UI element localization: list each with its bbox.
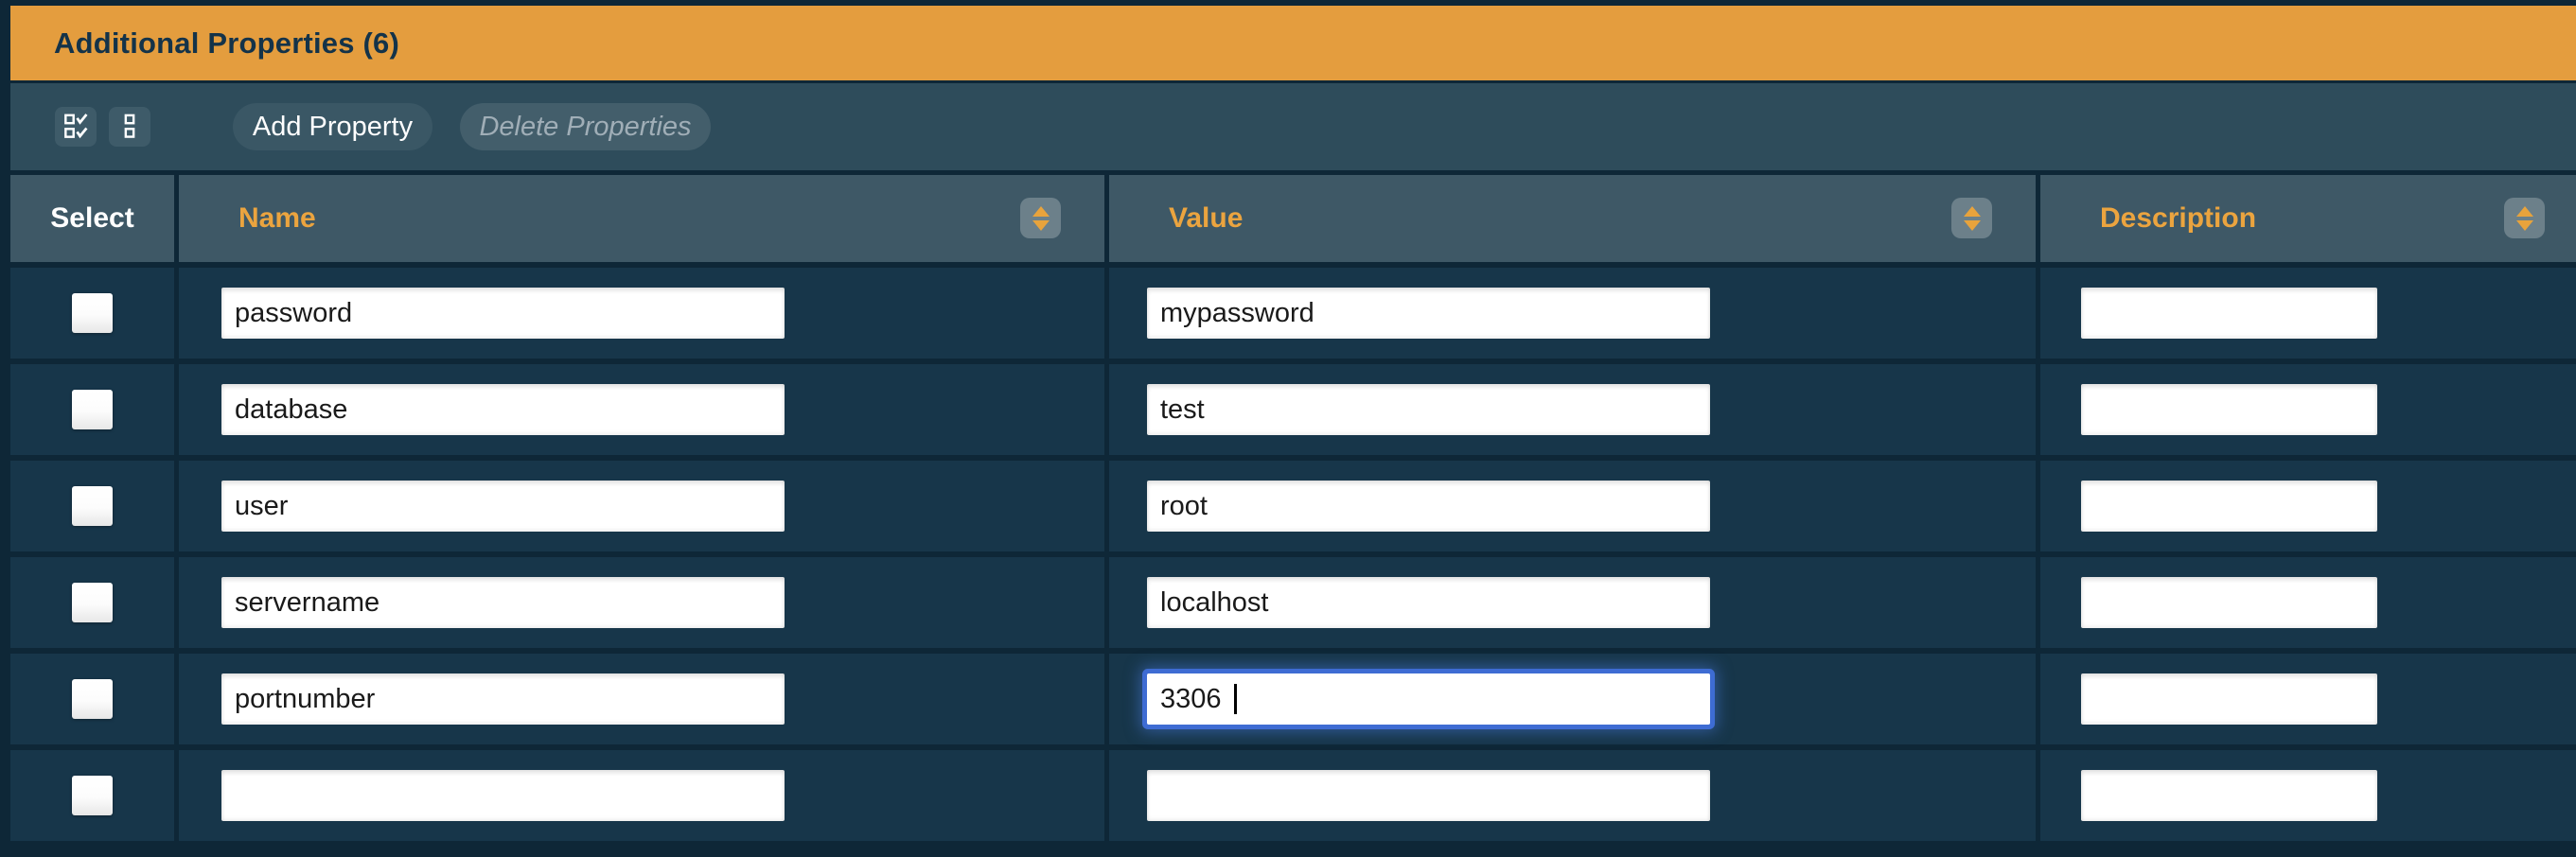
row-3-name-input[interactable] — [221, 577, 785, 628]
row-2-select-checkbox[interactable] — [72, 486, 113, 526]
row-value-cell — [1109, 654, 2036, 744]
row-name-cell — [179, 364, 1104, 455]
row-value-cell — [1109, 268, 2036, 359]
row-select-cell — [10, 654, 174, 744]
row-name-cell — [179, 750, 1104, 841]
value-input-wrap — [1109, 673, 1710, 725]
row-2-value-input[interactable] — [1147, 481, 1710, 532]
description-input-wrap — [2040, 770, 2377, 821]
value-input-wrap — [1109, 481, 1710, 532]
sort-description-button[interactable] — [2504, 198, 2545, 238]
row-description-cell — [2040, 364, 2576, 455]
sort-value-button[interactable] — [1951, 198, 1992, 238]
row-4-description-input[interactable] — [2081, 673, 2377, 725]
deselect-all-icon — [114, 112, 146, 142]
row-3-select-checkbox[interactable] — [72, 583, 113, 622]
additional-properties-panel: Additional Properties (6) Add Property — [10, 6, 2576, 857]
sort-name-button[interactable] — [1020, 198, 1061, 238]
sort-ascending-icon — [1964, 206, 1981, 217]
name-input-wrap — [179, 384, 785, 435]
column-header-select-label: Select — [50, 202, 133, 235]
sort-descending-icon — [2516, 220, 2533, 231]
description-input-wrap — [2040, 673, 2377, 725]
row-2-description-input[interactable] — [2081, 481, 2377, 532]
value-input-wrap — [1109, 577, 1710, 628]
column-header-name-label: Name — [179, 202, 316, 235]
properties-table: Select Name Value Description — [10, 175, 2576, 841]
column-header-value-label: Value — [1109, 202, 1243, 235]
sort-ascending-icon — [1032, 206, 1050, 217]
select-all-button[interactable] — [55, 107, 97, 147]
row-4-name-input[interactable] — [221, 673, 785, 725]
row-select-cell — [10, 750, 174, 841]
row-4-select-checkbox[interactable] — [72, 679, 113, 719]
name-input-wrap — [179, 673, 785, 725]
row-select-cell — [10, 461, 174, 551]
sort-descending-icon — [1964, 220, 1981, 231]
row-select-cell — [10, 364, 174, 455]
row-value-cell — [1109, 557, 2036, 648]
row-1-name-input[interactable] — [221, 384, 785, 435]
row-description-cell — [2040, 750, 2576, 841]
description-input-wrap — [2040, 577, 2377, 628]
description-input-wrap — [2040, 288, 2377, 339]
row-5-name-input[interactable] — [221, 770, 785, 821]
row-select-cell — [10, 557, 174, 648]
row-0-name-input[interactable] — [221, 288, 785, 339]
row-description-cell — [2040, 654, 2576, 744]
column-header-description-label: Description — [2040, 202, 2256, 235]
deselect-all-button[interactable] — [109, 107, 150, 147]
add-property-button[interactable]: Add Property — [233, 103, 432, 150]
row-value-cell — [1109, 750, 2036, 841]
row-name-cell — [179, 268, 1104, 359]
column-header-value: Value — [1109, 175, 2036, 262]
row-5-select-checkbox[interactable] — [72, 776, 113, 815]
row-0-select-checkbox[interactable] — [72, 293, 113, 333]
row-1-select-checkbox[interactable] — [72, 390, 113, 429]
toolbar: Add Property Delete Properties — [10, 83, 2576, 170]
description-input-wrap — [2040, 384, 2377, 435]
delete-properties-button[interactable]: Delete Properties — [460, 103, 711, 150]
column-header-select: Select — [10, 175, 174, 262]
row-5-description-input[interactable] — [2081, 770, 2377, 821]
row-4-value-input[interactable] — [1147, 673, 1710, 725]
value-input-wrap — [1109, 384, 1710, 435]
name-input-wrap — [179, 481, 785, 532]
row-description-cell — [2040, 268, 2576, 359]
row-description-cell — [2040, 557, 2576, 648]
panel-title: Additional Properties (6) — [54, 26, 399, 61]
row-2-name-input[interactable] — [221, 481, 785, 532]
row-3-value-input[interactable] — [1147, 577, 1710, 628]
sort-descending-icon — [1032, 220, 1050, 231]
value-input-wrap — [1109, 770, 1710, 821]
row-select-cell — [10, 268, 174, 359]
text-caret — [1234, 684, 1237, 714]
description-input-wrap — [2040, 481, 2377, 532]
row-3-description-input[interactable] — [2081, 577, 2377, 628]
panel-title-bar: Additional Properties (6) — [10, 6, 2576, 80]
select-all-icon — [60, 112, 92, 142]
row-name-cell — [179, 557, 1104, 648]
row-5-value-input[interactable] — [1147, 770, 1710, 821]
column-header-name: Name — [179, 175, 1104, 262]
row-name-cell — [179, 461, 1104, 551]
row-name-cell — [179, 654, 1104, 744]
name-input-wrap — [179, 577, 785, 628]
name-input-wrap — [179, 288, 785, 339]
row-value-cell — [1109, 364, 2036, 455]
row-1-description-input[interactable] — [2081, 384, 2377, 435]
row-description-cell — [2040, 461, 2576, 551]
row-1-value-input[interactable] — [1147, 384, 1710, 435]
row-value-cell — [1109, 461, 2036, 551]
name-input-wrap — [179, 770, 785, 821]
value-input-wrap — [1109, 288, 1710, 339]
sort-ascending-icon — [2516, 206, 2533, 217]
row-0-value-input[interactable] — [1147, 288, 1710, 339]
row-0-description-input[interactable] — [2081, 288, 2377, 339]
column-header-description: Description — [2040, 175, 2576, 262]
